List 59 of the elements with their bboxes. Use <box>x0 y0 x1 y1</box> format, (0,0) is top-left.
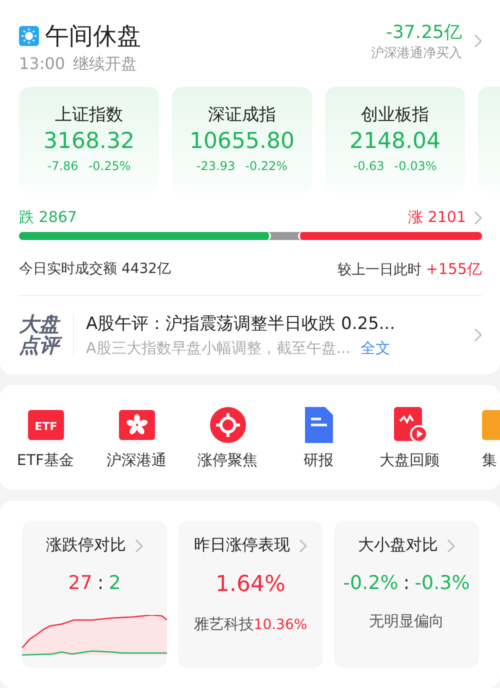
stat-card[interactable]: 大小盘对比 -0.2% : -0.3% 无明显偏向 <box>334 521 479 668</box>
index-card[interactable]: 创业板指 2148.04 -0.63 -0.03% <box>325 87 465 193</box>
stat-card[interactable]: 涨跌停对比 27 : 2 <box>22 521 167 668</box>
chevron-right-icon <box>474 34 482 48</box>
commentary-logo: 大盘 点评 <box>19 314 74 356</box>
index-percent: -0.22% <box>245 159 288 173</box>
etf-icon[interactable]: ETF <box>28 407 64 443</box>
index-card[interactable]: 上证指数 3168.32 -7.86 -0.25% <box>19 87 159 193</box>
stat-title: 昨日涨停表现 <box>194 535 290 556</box>
session-title: 午间休盘 <box>45 21 141 52</box>
shortcut-label[interactable]: ETF基金 <box>16 451 74 470</box>
index-value: 2148.04 <box>350 129 440 154</box>
chevron-right-icon <box>474 210 482 224</box>
rise-count: 涨 2101 <box>408 208 466 227</box>
stat-title: 涨跌停对比 <box>46 535 126 556</box>
chevron-right-icon <box>474 328 482 342</box>
video-chart-icon <box>392 407 428 443</box>
index-name: 深证成指 <box>208 104 276 126</box>
turnover-text: 今日实时成交额 4432亿 <box>19 260 172 279</box>
index-change: -7.86 <box>47 159 78 173</box>
index-value: 3168.32 <box>44 129 134 154</box>
index-name: 创业板指 <box>361 104 429 126</box>
stat-value: 1.64% <box>216 572 286 597</box>
shortcut-label[interactable]: 集 <box>482 451 497 470</box>
chevron-right-icon <box>135 538 143 552</box>
stat-note: 无明显偏向 <box>369 612 444 631</box>
stat-note: 雅艺科技10.36% <box>194 615 308 634</box>
index-percent: -0.25% <box>88 159 131 173</box>
ratio-separator: : <box>97 572 104 594</box>
commentary-headline[interactable]: A股午评：沪指震荡调整半日收跌 0.25... <box>86 312 462 335</box>
flower-icon <box>118 407 154 443</box>
turnover-compare: 较上一日此时 +155亿 <box>337 260 482 279</box>
stat-value: -0.2% <box>343 572 398 594</box>
shortcut-label[interactable]: 沪深港通 <box>106 451 166 470</box>
index-card[interactable]: 深证成指 10655.80 -23.93 -0.22% <box>172 87 312 193</box>
net-buy-label: 沪深港通净买入 <box>371 45 462 62</box>
sun-icon <box>19 26 39 46</box>
time-label: 13:00 <box>19 54 66 75</box>
stat-value: -0.3% <box>414 572 470 594</box>
index-value: 10655.80 <box>190 129 294 154</box>
chevron-right-icon <box>447 538 455 552</box>
session-subtitle: 继续开盘 <box>73 54 138 75</box>
index-change: -0.63 <box>353 159 384 173</box>
chevron-right-icon <box>299 538 307 552</box>
stat-card[interactable]: 昨日涨停表现 1.64% 雅艺科技10.36% <box>178 521 323 668</box>
shortcut-label[interactable]: 大盘回顾 <box>380 451 440 470</box>
net-buy-value: -37.25亿 <box>386 21 462 44</box>
index-percent: -0.03% <box>394 159 437 173</box>
fall-count: 跌 2867 <box>19 208 77 227</box>
index-name: 上证指数 <box>55 104 123 126</box>
shortcut-label[interactable]: 研报 <box>304 451 334 470</box>
index-change: -23.93 <box>196 159 236 173</box>
stat-value: 27 <box>68 572 92 594</box>
target-icon <box>210 407 246 443</box>
stat-value: 2 <box>108 572 121 594</box>
commentary-summary: A股三大指数早盘小幅调整，截至午盘... <box>86 339 351 358</box>
ratio-separator: : <box>403 572 410 594</box>
shortcut-label[interactable]: 涨停聚焦 <box>198 451 258 470</box>
stat-title: 大小盘对比 <box>358 535 438 556</box>
